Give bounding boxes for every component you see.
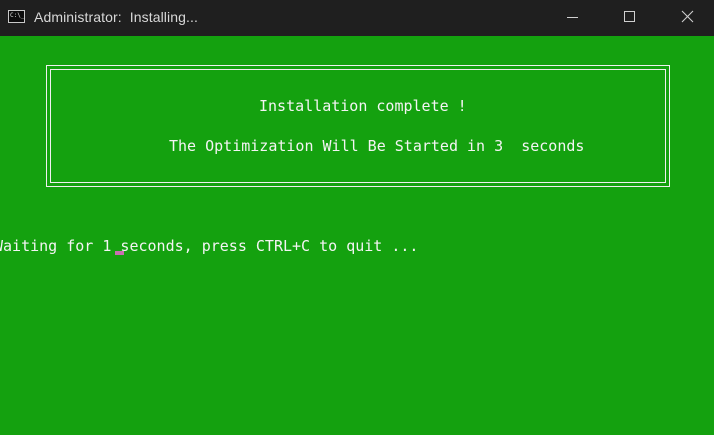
- console-icon[interactable]: C:\_: [8, 10, 25, 23]
- maximize-button[interactable]: [606, 0, 652, 36]
- minimize-button[interactable]: [549, 0, 595, 36]
- title-bar[interactable]: C:\_ Administrator: Installing...: [0, 0, 714, 36]
- message-box-inner-border: [50, 69, 666, 183]
- terminal-window: C:\_ Administrator: Installing... Instal…: [0, 0, 714, 435]
- minimize-icon: [567, 17, 578, 18]
- close-icon: [681, 10, 694, 23]
- waiting-prompt-text: Waiting for 1 seconds, press CTRL+C to q…: [0, 237, 419, 255]
- close-button[interactable]: [664, 0, 710, 36]
- window-title: Administrator: Installing...: [34, 9, 198, 25]
- text-cursor: [115, 251, 124, 255]
- message-box-border: [46, 65, 670, 187]
- optimization-countdown-text: The Optimization Will Be Started in 3 se…: [169, 137, 585, 155]
- installation-complete-text: Installation complete !: [259, 97, 467, 115]
- console-output[interactable]: Installation complete ! The Optimization…: [0, 36, 714, 435]
- maximize-icon: [624, 11, 635, 22]
